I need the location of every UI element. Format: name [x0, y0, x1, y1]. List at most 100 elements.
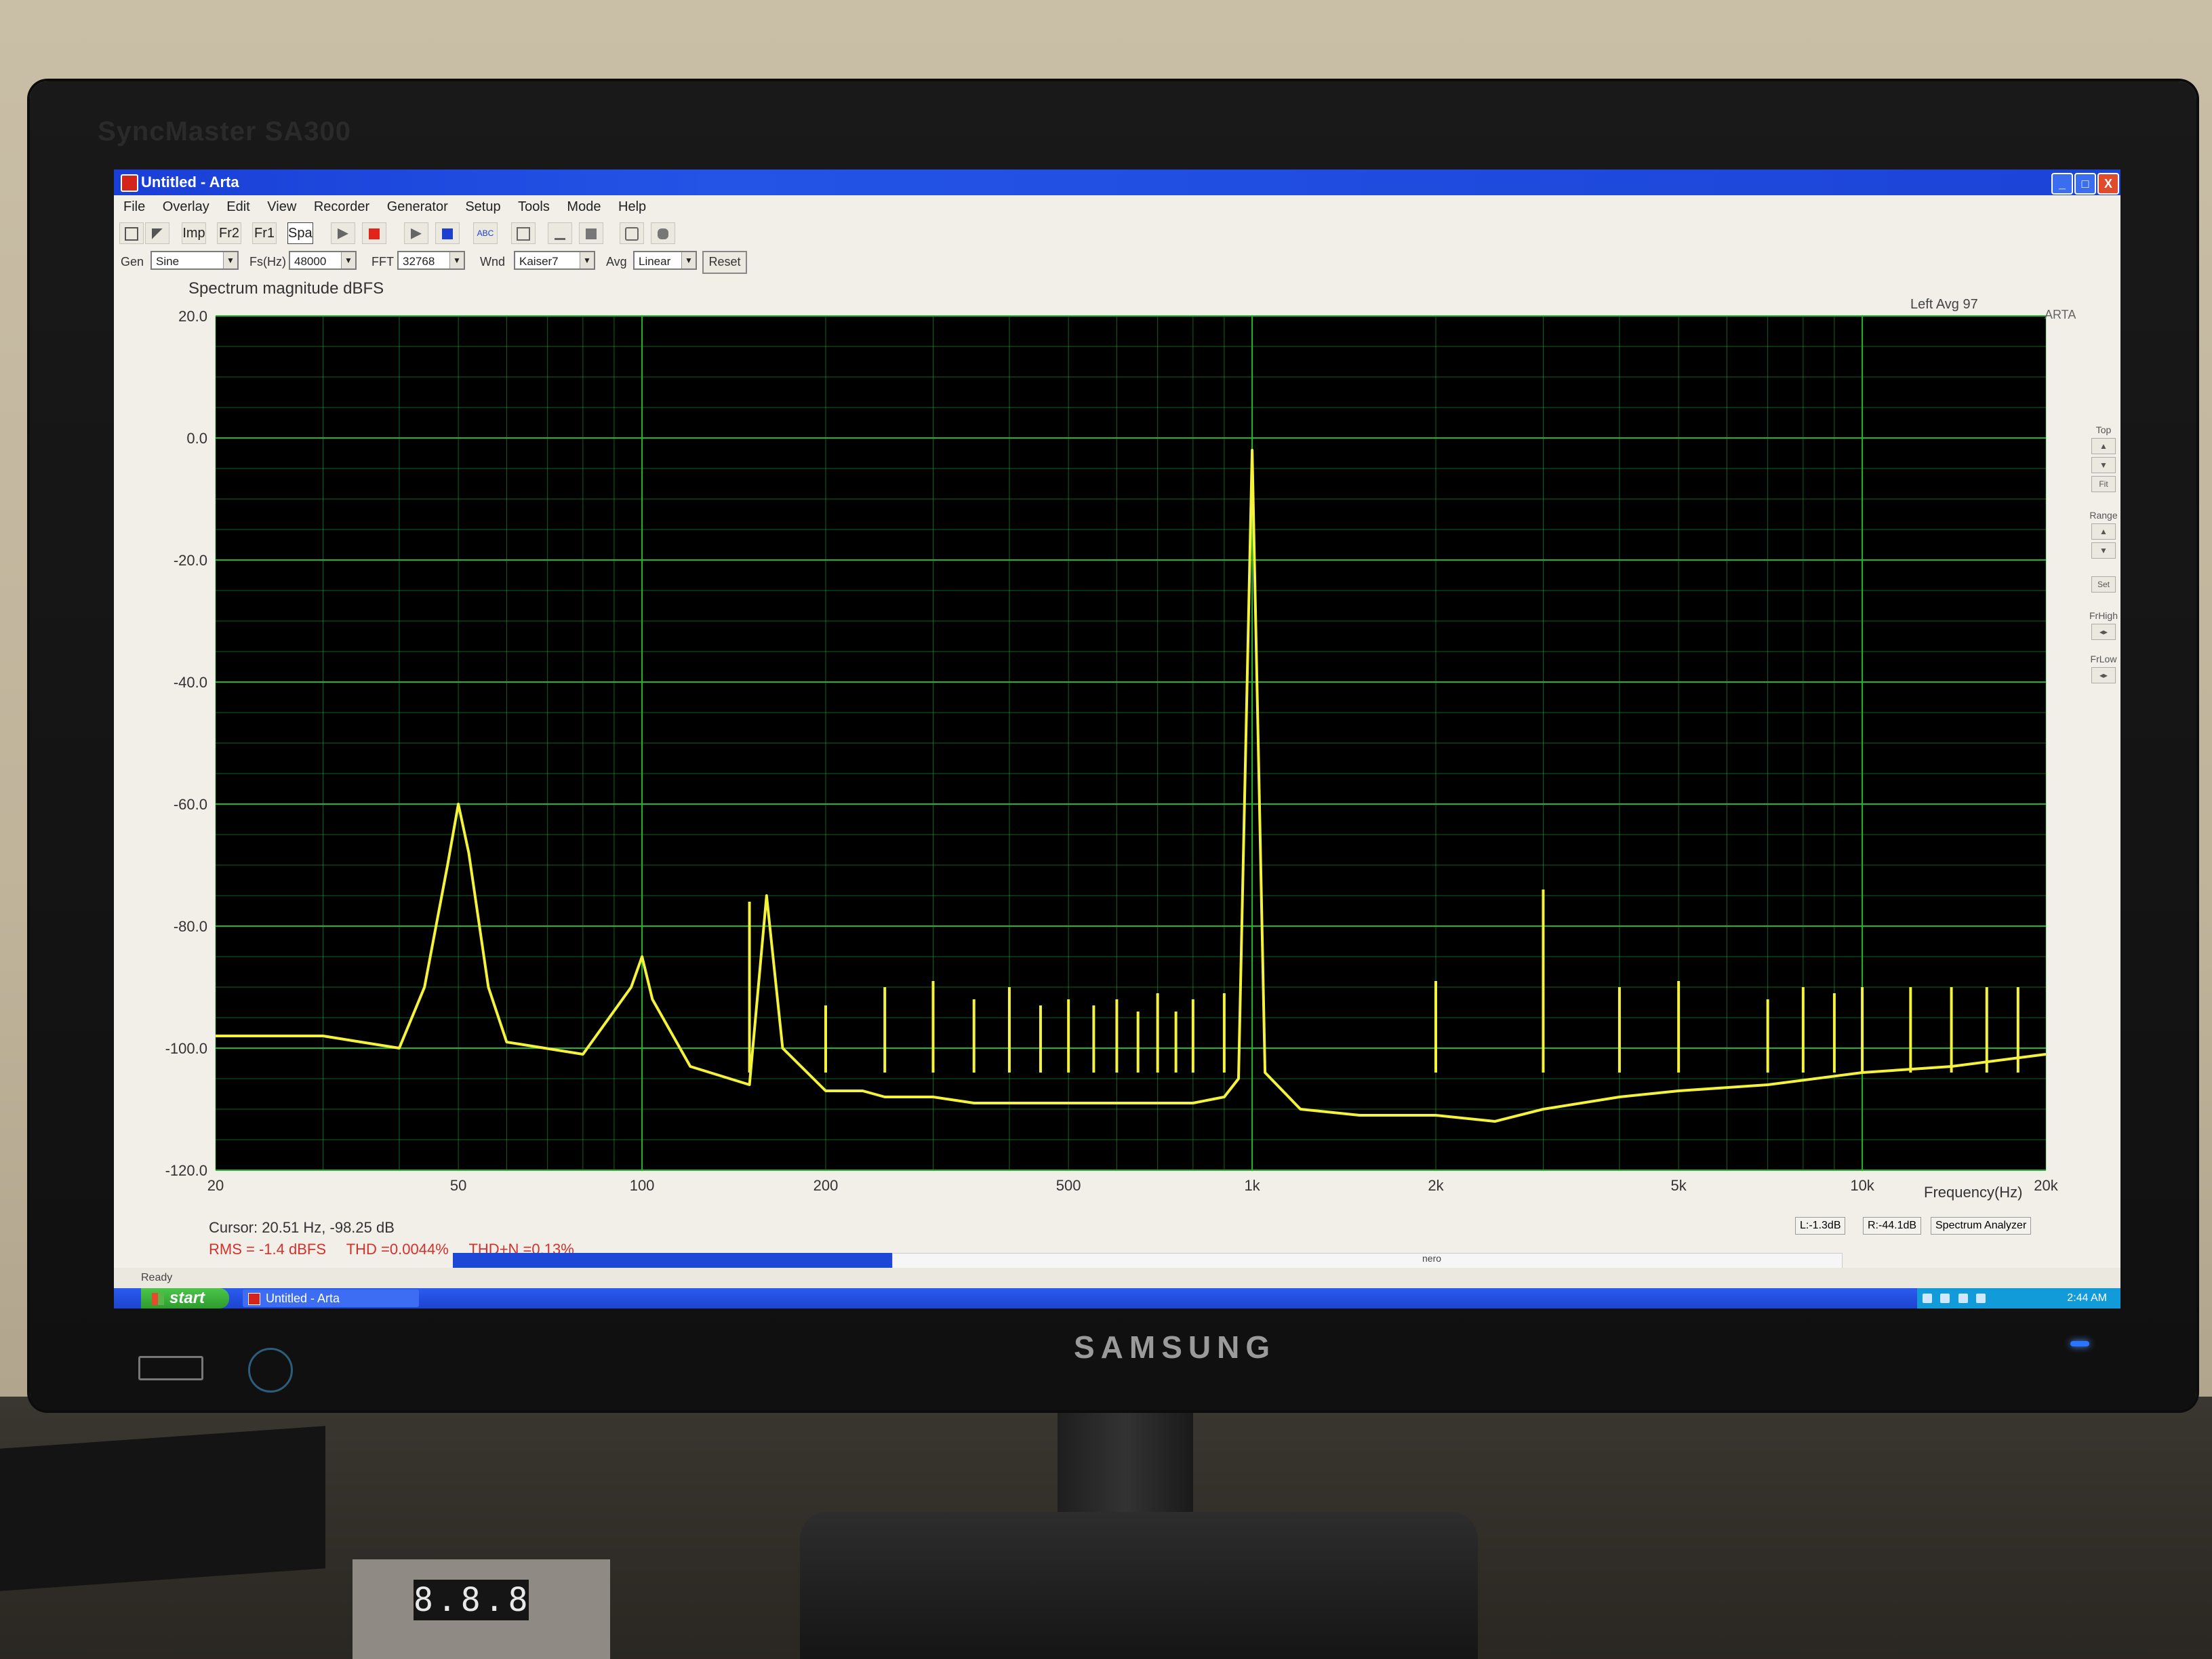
y-tick-label: -60.0 — [174, 796, 207, 813]
scope-icon — [625, 226, 639, 241]
monitor-stand-base — [800, 1512, 1478, 1659]
fft-size-value: 32768 — [403, 255, 435, 268]
open-file-button[interactable] — [145, 222, 169, 244]
arta-vertical-label: ARTA — [2045, 308, 2076, 321]
link-icon — [555, 227, 565, 241]
grid-icon — [517, 226, 530, 241]
minimize-button[interactable]: _ — [2051, 173, 2073, 195]
window-function-select[interactable]: Kaiser7 ▼ — [514, 251, 595, 270]
set-button[interactable]: Set — [2091, 576, 2116, 593]
taskbar-item-arta[interactable]: Untitled - Arta — [243, 1290, 419, 1307]
fft-size-select[interactable]: 32768 ▼ — [397, 251, 465, 270]
mode-field: Spectrum Analyzer — [1931, 1217, 2032, 1235]
menu-view[interactable]: View — [267, 195, 296, 218]
new-file-icon — [125, 226, 138, 241]
arta-app-icon — [121, 174, 138, 192]
y-tick-label: -120.0 — [165, 1162, 207, 1179]
system-tray: 2:44 AM — [1917, 1288, 2120, 1308]
tray-network-icon[interactable] — [1923, 1293, 1932, 1303]
new-file-button[interactable] — [119, 222, 144, 244]
frhigh-stepper[interactable]: ◂▸ — [2091, 624, 2116, 640]
x-axis-unit-label: Frequency(Hz) — [1924, 1184, 2023, 1201]
meter-button[interactable] — [579, 222, 603, 244]
chevron-down-icon[interactable]: ▼ — [341, 252, 355, 268]
close-button[interactable]: X — [2097, 173, 2119, 195]
tray-security-icon[interactable] — [1958, 1293, 1968, 1303]
averaging-select[interactable]: Linear ▼ — [633, 251, 697, 270]
windows-logo-icon — [152, 1292, 164, 1305]
abc-button[interactable]: ABC — [473, 222, 498, 244]
menu-mode[interactable]: Mode — [567, 195, 601, 218]
input-source-icon — [138, 1356, 203, 1380]
reset-button[interactable]: Reset — [702, 251, 747, 274]
play-icon — [411, 228, 422, 239]
generator-select[interactable]: Sine ▼ — [150, 251, 239, 270]
frlow-stepper[interactable]: ◂▸ — [2091, 667, 2116, 683]
top-up-button[interactable]: ▲ — [2091, 438, 2116, 454]
x-tick-label: 10k — [1850, 1177, 1874, 1194]
play-icon — [338, 228, 348, 239]
y-tick-label: -100.0 — [165, 1040, 207, 1057]
x-tick-label: 5k — [1671, 1177, 1687, 1194]
monitor: SyncMaster SA300 SAMSUNG Untitled - Arta… — [30, 81, 2196, 1410]
generator-value: Sine — [156, 255, 180, 268]
play-button[interactable] — [331, 222, 355, 244]
chevron-down-icon[interactable]: ▼ — [580, 252, 594, 268]
gen-label: Gen — [121, 255, 144, 268]
spectrum-plot[interactable]: 20.00.0-20.0-40.0-60.0-80.0-100.0-120.02… — [114, 275, 2120, 1211]
nero-label: nero — [1422, 1253, 1442, 1264]
fr2-mode-button[interactable]: Fr2 — [217, 222, 241, 244]
range-up-button[interactable]: ▲ — [2091, 523, 2116, 540]
menu-tools[interactable]: Tools — [518, 195, 550, 218]
menu-help[interactable]: Help — [618, 195, 646, 218]
chevron-down-icon[interactable]: ▼ — [223, 252, 237, 268]
chevron-down-icon[interactable]: ▼ — [681, 252, 696, 268]
tape-icon — [658, 228, 668, 239]
fs-label: Fs(Hz) — [249, 255, 286, 268]
chevron-down-icon[interactable]: ▼ — [449, 252, 464, 268]
menu-generator[interactable]: Generator — [387, 195, 448, 218]
samplerate-select[interactable]: 48000 ▼ — [289, 251, 357, 270]
y-tick-label: 20.0 — [178, 308, 207, 325]
taskbar: start Untitled - Arta 2:44 AM — [114, 1288, 2120, 1308]
menu-setup[interactable]: Setup — [465, 195, 500, 218]
range-down-button[interactable]: ▼ — [2091, 542, 2116, 559]
tray-update-icon[interactable] — [1976, 1293, 1986, 1303]
channel-avg-label: Left Avg 97 — [1910, 297, 1978, 312]
link-button[interactable] — [548, 222, 572, 244]
spectrum-mode-button[interactable]: Spa — [287, 222, 313, 244]
y-tick-label: 0.0 — [186, 430, 207, 447]
left-level-field: L:-1.3dB — [1795, 1217, 1846, 1235]
frlow-label: FrLow — [2090, 654, 2117, 664]
meter-icon — [586, 228, 597, 239]
fr1-mode-button[interactable]: Fr1 — [252, 222, 277, 244]
record-play-button[interactable] — [404, 222, 428, 244]
options-bar: Gen Sine ▼ Fs(Hz) 48000 ▼ FFT 32768 ▼ Wn… — [114, 247, 2120, 275]
record-stop-button[interactable] — [435, 222, 460, 244]
fit-button[interactable]: Fit — [2091, 476, 2116, 492]
menu-overlay[interactable]: Overlay — [163, 195, 209, 218]
stop-button[interactable] — [362, 222, 386, 244]
tape-button[interactable] — [651, 222, 675, 244]
top-down-button[interactable]: ▼ — [2091, 457, 2116, 473]
spectrum-view-button[interactable] — [511, 222, 536, 244]
maximize-button[interactable]: □ — [2074, 173, 2096, 195]
tray-volume-icon[interactable] — [1940, 1293, 1950, 1303]
menu-recorder[interactable]: Recorder — [314, 195, 369, 218]
monitor-model-label: SyncMaster SA300 — [98, 117, 351, 146]
menu-file[interactable]: File — [123, 195, 145, 218]
scope-button[interactable] — [620, 222, 644, 244]
x-tick-label: 200 — [813, 1177, 839, 1194]
start-button[interactable]: start — [141, 1288, 229, 1308]
window-title: Untitled - Arta — [141, 174, 239, 191]
window-titlebar[interactable]: Untitled - Arta _ □ X — [114, 169, 2120, 195]
window-function-value: Kaiser7 — [519, 255, 559, 268]
y-tick-label: -80.0 — [174, 918, 207, 935]
impulse-mode-button[interactable]: Imp — [182, 222, 206, 244]
spectrum-chart-area[interactable]: 20.0 0.0 -20.0 -40.0 -60.0 -80.0 -100.0 -120.0 2… — [114, 275, 2120, 1211]
energy-star-icon — [248, 1348, 293, 1393]
menu-edit[interactable]: Edit — [226, 195, 249, 218]
range-label: Range — [2089, 510, 2118, 521]
status-ready: Ready — [141, 1272, 173, 1283]
open-arrow-icon — [152, 228, 163, 239]
